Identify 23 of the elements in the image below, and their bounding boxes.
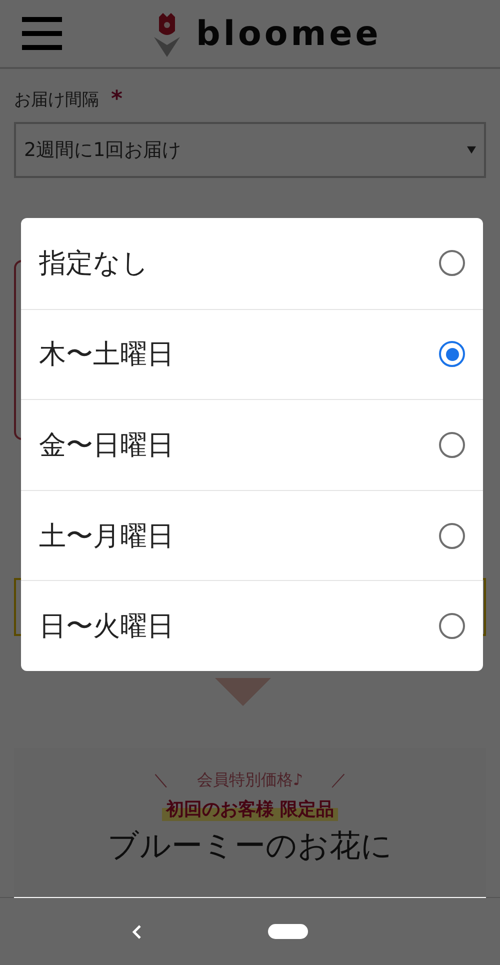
menu-icon[interactable]: [22, 16, 62, 50]
promo-tagline: 会員特別価格♪: [196, 770, 304, 791]
slash-mark: ／: [331, 770, 348, 791]
radio-button[interactable]: [439, 613, 465, 640]
field-label: お届け間隔: [14, 89, 99, 111]
weekday-option[interactable]: 日〜火曜日: [21, 580, 483, 671]
weekday-option[interactable]: 木〜土曜日: [21, 308, 483, 400]
weekday-option[interactable]: 指定なし: [21, 218, 483, 309]
back-icon[interactable]: [132, 924, 142, 940]
home-button[interactable]: [268, 924, 308, 939]
radio-button[interactable]: [439, 250, 465, 276]
required-mark: *: [111, 87, 123, 112]
promo-headline: ブルーミーのお花に: [108, 827, 392, 866]
radio-button[interactable]: [439, 432, 465, 458]
radio-button[interactable]: [439, 341, 465, 368]
radio-button[interactable]: [439, 522, 465, 549]
slash-mark: ＼: [152, 770, 169, 791]
logo-text: bloomee: [196, 14, 382, 54]
weekday-option[interactable]: 土〜月曜日: [21, 490, 483, 580]
weekday-option[interactable]: 金〜日曜日: [21, 399, 483, 490]
caret-icon: [467, 146, 476, 154]
flower-logo-icon: [152, 10, 182, 56]
down-triangle-icon: [215, 678, 271, 706]
